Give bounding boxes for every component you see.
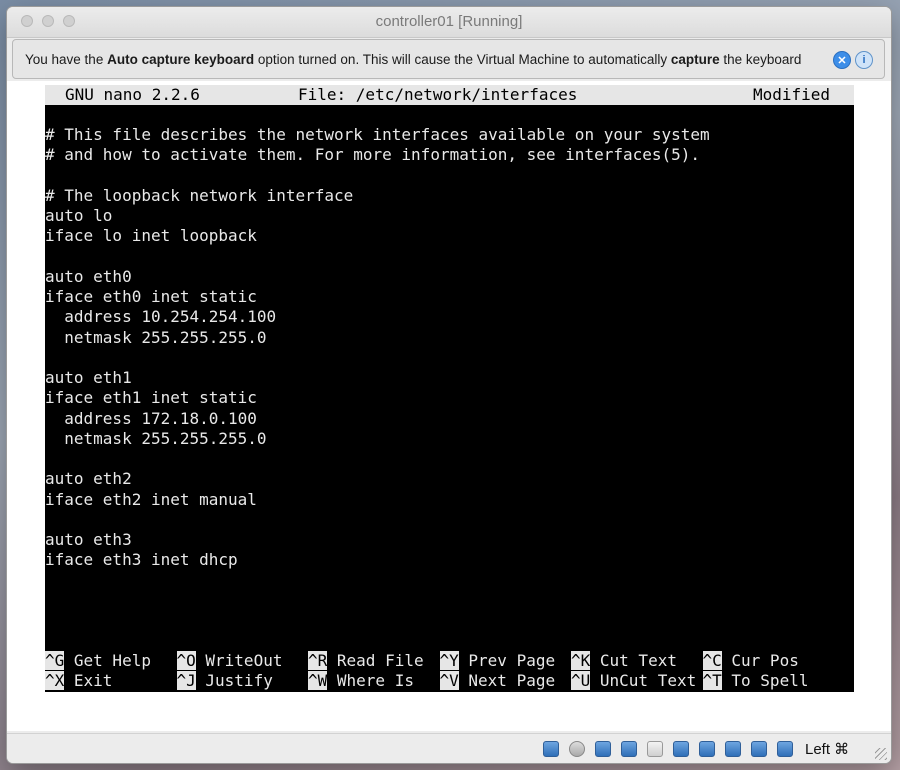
display-icon[interactable] — [673, 741, 689, 757]
shortcut-label: WriteOut — [195, 651, 283, 670]
shortcut-item: ^Y Prev Page — [439, 651, 556, 671]
notification-bold-part: Auto capture keyboard — [107, 52, 255, 67]
shortcut-label: Read File — [327, 651, 424, 670]
notification-info-icon[interactable]: i — [855, 51, 873, 69]
shortcut-item: ^V Next Page — [439, 671, 556, 691]
notification-bold-part: capture — [670, 52, 720, 67]
notification-text-part: option turned on. This will cause the Vi… — [254, 52, 671, 67]
shortcut-item: ^U UnCut Text — [571, 671, 696, 691]
shortcut-label: To Spell — [721, 671, 809, 690]
file-line: iface eth0 inet static — [45, 287, 257, 306]
vm-status-bar: Left ⌘ — [7, 733, 891, 763]
file-line: auto eth1 — [45, 368, 132, 387]
host-key-indicator[interactable]: Left ⌘ — [805, 740, 849, 758]
file-line — [45, 247, 710, 267]
vm-display[interactable]: GNU nano 2.2.6 File: /etc/network/interf… — [7, 81, 891, 731]
shortcut-key: ^W — [308, 671, 328, 690]
shortcut-label: Get Help — [64, 651, 151, 670]
file-line: auto lo — [45, 206, 113, 225]
notification-text-part: You have the — [25, 52, 108, 67]
file-line — [45, 510, 710, 530]
nano-filename: File: /etc/network/interfaces — [298, 85, 578, 104]
optical-drive-icon[interactable] — [569, 741, 585, 757]
shortcut-key: ^T — [702, 671, 722, 690]
shortcut-label: Exit — [64, 671, 113, 690]
shortcut-item: ^R Read File — [308, 651, 424, 671]
file-line — [45, 348, 710, 368]
shortcut-label: Cur Pos — [721, 651, 799, 670]
cpu-icon[interactable] — [725, 741, 741, 757]
shortcut-label: Cut Text — [590, 651, 677, 670]
file-line — [45, 449, 710, 469]
file-line: auto eth3 — [45, 530, 132, 549]
usb-icon[interactable] — [621, 741, 637, 757]
mouse-integration-icon[interactable] — [777, 741, 793, 757]
shortcut-key: ^O — [176, 651, 196, 670]
dismiss-notification-icon[interactable]: ✕ — [833, 51, 851, 69]
file-line: iface eth3 inet dhcp — [45, 550, 238, 570]
shortcut-row: ^X Exit ^J Justify ^W Where Is ^V Next Page… — [45, 671, 854, 691]
shortcut-key: ^U — [571, 671, 591, 690]
shortcut-label: Next Page — [458, 671, 556, 690]
network-icon[interactable] — [751, 741, 767, 757]
file-line: # This file describes the network interf… — [45, 125, 710, 144]
shortcut-row: ^G Get Help ^O WriteOut ^R Read File ^Y Pre… — [45, 651, 854, 671]
file-line: netmask 255.255.255.0 — [45, 428, 267, 448]
shared-folders-icon[interactable] — [647, 741, 663, 757]
resize-grip-icon[interactable] — [875, 748, 887, 760]
nano-modified-status: Modified — [753, 85, 831, 104]
shortcut-item: ^O WriteOut — [176, 651, 283, 671]
nano-shortcut-bar: ^G Get Help ^O WriteOut ^R Read File ^Y Pre… — [45, 651, 854, 691]
shortcut-item: ^X Exit — [45, 671, 112, 691]
file-line: iface eth1 inet static — [45, 388, 257, 408]
audio-icon[interactable] — [595, 741, 611, 757]
notification-text: You have the Auto capture keyboard optio… — [25, 52, 801, 67]
shortcut-key: ^C — [702, 651, 722, 670]
shortcut-key: ^K — [571, 651, 591, 670]
shortcut-key: ^Y — [439, 651, 459, 670]
shortcut-label: Justify — [195, 671, 273, 690]
shortcut-item: ^W Where Is — [308, 671, 414, 691]
file-line: address 172.18.0.100 — [45, 408, 257, 428]
hard-disk-icon[interactable] — [543, 741, 559, 757]
nano-header-bar: GNU nano 2.2.6 File: /etc/network/interf… — [45, 85, 854, 105]
auto-capture-notification: You have the Auto capture keyboard optio… — [12, 39, 885, 79]
file-line: iface eth2 inet manual — [45, 489, 257, 509]
shortcut-key: ^R — [308, 651, 328, 670]
file-line — [45, 166, 710, 186]
shortcut-item: ^G Get Help — [45, 651, 151, 671]
shortcut-key: ^X — [45, 671, 65, 690]
shortcut-label: Prev Page — [458, 651, 556, 670]
shortcut-item: ^C Cur Pos — [702, 651, 799, 671]
shortcut-key: ^V — [439, 671, 459, 690]
file-line: iface lo inet loopback — [45, 226, 257, 246]
shortcut-item: ^K Cut Text — [571, 651, 677, 671]
nano-editor[interactable]: GNU nano 2.2.6 File: /etc/network/interf… — [45, 85, 854, 692]
file-content[interactable]: # This file describes the network interf… — [45, 125, 710, 571]
shortcut-label: UnCut Text — [590, 671, 697, 690]
shortcut-item: ^T To Spell — [702, 671, 809, 691]
shortcut-key: ^G — [45, 651, 65, 670]
video-capture-icon[interactable] — [699, 741, 715, 757]
file-line: address 10.254.254.100 — [45, 307, 277, 327]
file-line: # and how to activate them. For more inf… — [45, 145, 701, 165]
vm-window: controller01 [Running] You have the Auto… — [7, 7, 891, 763]
file-line: auto eth0 — [45, 266, 132, 286]
shortcut-key: ^J — [176, 671, 196, 690]
shortcut-label: Where Is — [327, 671, 414, 690]
title-bar[interactable]: controller01 [Running] — [7, 7, 891, 38]
window-title: controller01 [Running] — [375, 13, 523, 30]
nano-version: GNU nano 2.2.6 — [65, 85, 200, 104]
file-line: # The loopback network interface — [45, 185, 354, 205]
notification-text-part: the keyboard — [719, 52, 802, 67]
file-line: netmask 255.255.255.0 — [45, 327, 267, 347]
shortcut-item: ^J Justify — [176, 671, 273, 691]
file-line: auto eth2 — [45, 469, 132, 489]
